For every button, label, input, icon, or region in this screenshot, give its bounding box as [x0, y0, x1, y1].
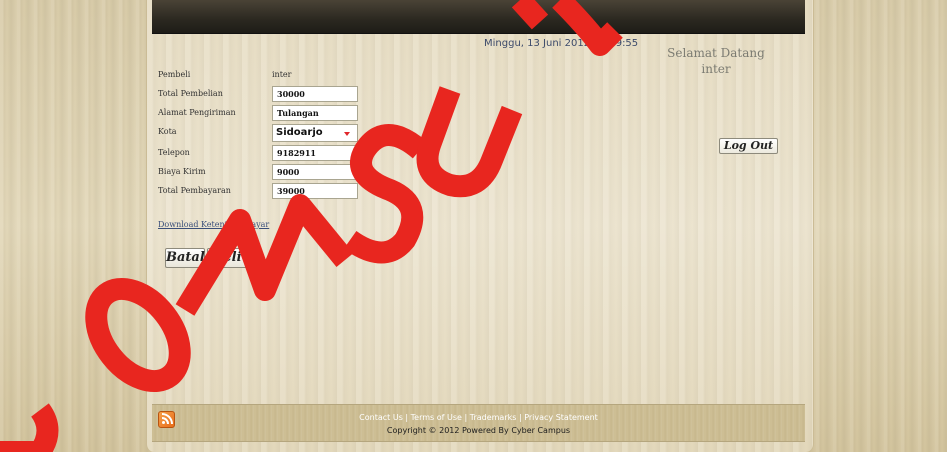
batal-button[interactable]: Batal — [165, 248, 205, 268]
dropdown-arrow-icon — [344, 132, 350, 136]
footer-copyright: Copyright © 2012 Powered By Cyber Campus — [386, 426, 571, 435]
logout-button[interactable]: Log Out — [719, 138, 778, 154]
header-banner — [152, 0, 805, 34]
footer-links[interactable]: Contact Us | Terms of Use | Trademarks |… — [152, 413, 805, 422]
telepon-label: Telepon — [158, 148, 190, 157]
welcome-username: inter — [701, 62, 731, 76]
beli-button[interactable]: Beli — [207, 248, 247, 268]
total-pembayaran-field[interactable]: 39000 — [272, 183, 358, 199]
alamat-label: Alamat Pengiriman — [158, 108, 236, 117]
pembeli-label: Pembeli — [158, 70, 191, 79]
total-pembelian-field[interactable]: 30000 — [272, 86, 358, 102]
kota-selected-value: Sidoarjo — [276, 127, 323, 138]
kota-label: Kota — [158, 127, 177, 136]
biaya-kirim-label: Biaya Kirim — [158, 167, 206, 176]
welcome-message: Selamat Datang inter — [660, 45, 772, 77]
biaya-kirim-field[interactable]: 9000 — [272, 164, 358, 180]
download-terms-link[interactable]: Download Ketentuan Bayar — [158, 220, 269, 229]
datetime-text: Minggu, 13 Juni 2012 14:59:55 — [484, 38, 639, 49]
pembeli-value: inter — [272, 70, 292, 79]
total-pembayaran-label: Total Pembayaran — [158, 186, 231, 195]
kota-select[interactable]: Sidoarjo — [272, 124, 358, 142]
alamat-field[interactable]: Tulangan — [272, 105, 358, 121]
footer-bar — [152, 404, 805, 442]
total-pembelian-label: Total Pembelian — [158, 89, 223, 98]
telepon-field[interactable]: 9182911 — [272, 145, 358, 161]
welcome-greeting: Selamat Datang — [667, 46, 765, 60]
